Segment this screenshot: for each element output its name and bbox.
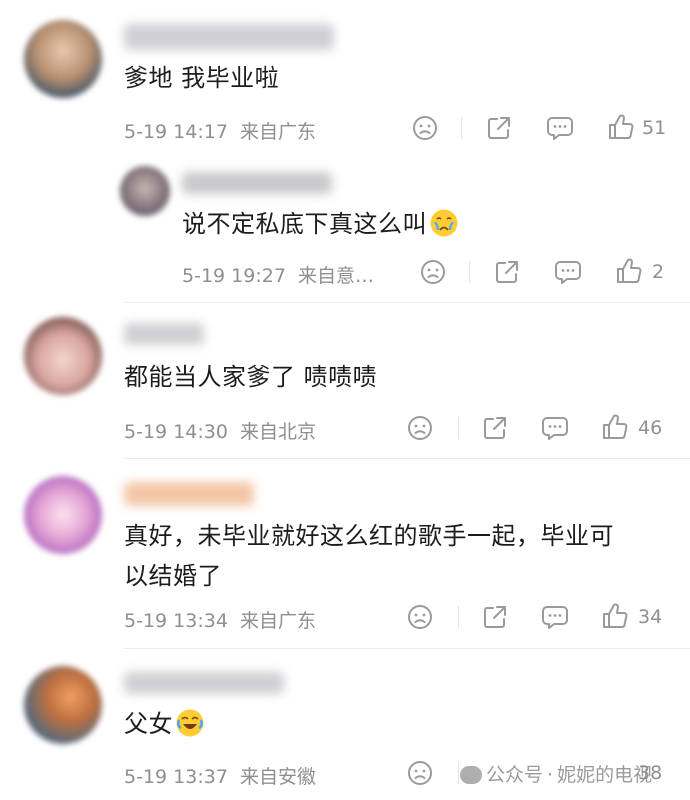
comment-location: 来自意…: [297, 265, 374, 287]
wechat-icon: [460, 766, 482, 784]
like-icon: [603, 603, 628, 628]
dislike-icon: [421, 260, 445, 284]
comment-time: 5-19 19:27: [182, 265, 286, 287]
teary-face-emoji: [430, 209, 458, 237]
dislike-icon: [408, 761, 432, 785]
action-divider: [458, 417, 459, 439]
comment-location: 来自北京: [239, 421, 316, 443]
divider: [124, 648, 690, 649]
watermark-name: 妮妮的电视: [557, 764, 653, 786]
dislike-button[interactable]: [418, 257, 448, 287]
share-icon: [484, 417, 506, 439]
dislike-icon: [408, 605, 432, 629]
like-icon: [617, 258, 642, 283]
dislike-button[interactable]: [410, 113, 440, 143]
comment-time: 5-19 13:34: [124, 610, 228, 632]
divider: [124, 458, 690, 459]
dislike-button[interactable]: [405, 758, 435, 788]
comment-text-body: 说不定私底下真这么叫: [182, 210, 427, 238]
avatar[interactable]: [24, 666, 102, 744]
like-button[interactable]: [606, 112, 636, 142]
username-blurred[interactable]: [124, 482, 254, 506]
comment-meta: 5-19 13:37 来自安徽: [124, 762, 316, 789]
comment-meta: 5-19 19:27 来自意…: [182, 261, 374, 288]
comment-text-body: 父女: [124, 710, 173, 738]
comment-icon: [547, 117, 573, 140]
share-button[interactable]: [484, 113, 514, 143]
avatar[interactable]: [24, 317, 102, 395]
comment-item: 都能当人家爹了 啧啧啧 5-19 14:30 来自北京 46: [0, 305, 690, 455]
dislike-button[interactable]: [405, 602, 435, 632]
dislike-icon: [408, 416, 432, 440]
avatar[interactable]: [24, 20, 102, 98]
comment-item: 爹地 我毕业啦 5-19 14:17 来自广东 51: [0, 0, 690, 150]
like-count: 51: [642, 117, 667, 139]
comment-meta: 5-19 14:30 来自北京: [124, 417, 316, 444]
comment-item: 父女 5-19 13:37 来自安徽 38 公众号 · 妮妮的电视: [0, 650, 690, 800]
like-icon: [609, 114, 634, 139]
username-blurred[interactable]: [124, 672, 284, 694]
avatar[interactable]: [120, 166, 170, 216]
watermark: 公众号 · 妮妮的电视: [460, 760, 652, 787]
reply-item: 说不定私底下真这么叫 5-19 19:27 来自意… 2: [0, 150, 690, 300]
comment-text: 说不定私底下真这么叫: [182, 204, 459, 244]
comment-icon: [542, 417, 568, 440]
username-blurred[interactable]: [124, 323, 204, 345]
like-count: 34: [638, 606, 663, 628]
comment-text: 父女: [124, 704, 205, 744]
comment-text-line: 以结婚了: [124, 562, 222, 590]
action-divider: [469, 261, 470, 283]
comment-time: 5-19 14:30: [124, 421, 228, 443]
comment-icon: [542, 606, 568, 629]
username-blurred[interactable]: [124, 24, 334, 50]
comment-location: 来自安徽: [239, 766, 316, 788]
comment-text: 真好，未毕业就好这么红的歌手一起，毕业可 以结婚了: [124, 516, 684, 596]
reply-button[interactable]: [540, 413, 570, 443]
share-button[interactable]: [480, 602, 510, 632]
like-button[interactable]: [600, 601, 630, 631]
share-icon: [484, 606, 506, 628]
like-button[interactable]: [614, 256, 644, 286]
laughing-crying-emoji: [176, 709, 204, 737]
reply-button[interactable]: [545, 113, 575, 143]
reply-button[interactable]: [540, 602, 570, 632]
like-count: 46: [638, 417, 663, 439]
reply-button[interactable]: [553, 257, 583, 287]
share-icon: [488, 117, 510, 139]
dislike-icon: [413, 116, 437, 140]
dislike-button[interactable]: [405, 413, 435, 443]
comment-text-line: 真好，未毕业就好这么红的歌手一起，毕业可: [124, 522, 614, 550]
comment-icon: [555, 261, 581, 284]
avatar[interactable]: [24, 476, 102, 554]
comment-location: 来自广东: [239, 610, 316, 632]
share-button[interactable]: [480, 413, 510, 443]
watermark-source: 公众号: [486, 764, 544, 786]
action-divider: [461, 117, 462, 139]
comment-time: 5-19 14:17: [124, 121, 228, 143]
share-button[interactable]: [492, 257, 522, 287]
comment-meta: 5-19 14:17 来自广东: [124, 117, 316, 144]
comment-meta: 5-19 13:34 来自广东: [124, 606, 316, 633]
share-icon: [496, 261, 518, 283]
like-button[interactable]: [600, 412, 630, 442]
like-count: 2: [652, 261, 665, 283]
comment-location: 来自广东: [239, 121, 316, 143]
comment-item: 真好，未毕业就好这么红的歌手一起，毕业可 以结婚了 5-19 13:34 来自广…: [0, 460, 690, 650]
action-divider: [458, 762, 459, 784]
comment-text: 爹地 我毕业啦: [124, 64, 280, 92]
watermark-separator: ·: [547, 764, 554, 786]
comment-text: 都能当人家爹了 啧啧啧: [124, 363, 378, 391]
action-divider: [458, 606, 459, 628]
divider: [124, 302, 690, 303]
comment-time: 5-19 13:37: [124, 766, 228, 788]
like-icon: [603, 414, 628, 439]
username-blurred[interactable]: [182, 172, 332, 194]
